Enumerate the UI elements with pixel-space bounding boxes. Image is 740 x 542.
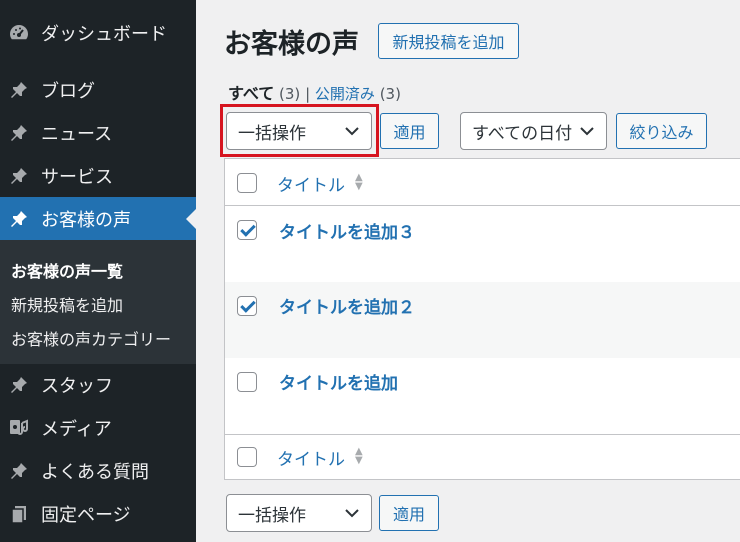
filter-published[interactable]: 公開済み <box>315 85 375 103</box>
sidebar-item-testimonials[interactable]: お客様の声 <box>0 197 196 240</box>
bulk-action-select-bottom[interactable]: 一括操作 <box>226 494 372 532</box>
sidebar-item-dashboard[interactable]: ダッシュボード <box>0 11 196 54</box>
bulk-action-value: 一括操作 <box>238 123 306 144</box>
select-all-checkbox[interactable] <box>237 173 257 193</box>
table-row: タイトルを追加 <box>225 358 740 434</box>
sidebar-item-blog[interactable]: ブログ <box>0 68 196 111</box>
filter-published-count: (3) <box>379 85 401 103</box>
main-content: お客様の声 新規投稿を追加 すべて (3) | 公開済み (3) 一括操作 適用… <box>196 0 740 542</box>
date-filter-value: すべての日付 <box>472 123 573 144</box>
row-checkbox[interactable] <box>237 372 257 392</box>
column-title-header[interactable]: タイトル <box>277 171 345 196</box>
apply-button[interactable]: 適用 <box>380 113 439 149</box>
post-title-link[interactable]: タイトルを追加 <box>279 369 398 394</box>
filter-button[interactable]: 絞り込み <box>616 113 707 149</box>
post-title-link[interactable]: タイトルを追加３ <box>279 218 415 243</box>
submenu-item-category[interactable]: お客様の声カテゴリー <box>11 326 171 350</box>
status-filters: すべて (3) | 公開済み (3) <box>228 80 401 104</box>
sidebar-item-news[interactable]: ニュース <box>0 111 196 154</box>
add-new-button[interactable]: 新規投稿を追加 <box>378 23 519 59</box>
sidebar-item-label: サービス <box>41 166 113 188</box>
dashboard-icon <box>7 21 31 45</box>
media-icon <box>7 416 31 440</box>
admin-sidebar: ダッシュボード ブログ ニュース サービス お客様の声 お客様の声一覧 新規投稿… <box>0 0 196 542</box>
page-icon <box>7 502 31 526</box>
chevron-down-icon <box>345 503 359 523</box>
page-title: お客様の声 <box>224 29 359 60</box>
apply-button-bottom[interactable]: 適用 <box>379 495 439 531</box>
filter-all[interactable]: すべて <box>228 84 274 103</box>
filter-all-count: (3) <box>279 85 301 103</box>
bulk-action-value: 一括操作 <box>238 505 306 526</box>
submenu-item-add-new[interactable]: 新規投稿を追加 <box>11 292 123 316</box>
active-arrow <box>186 208 196 229</box>
table-header: タイトル ▲ ▼ <box>225 159 740 205</box>
pin-icon <box>7 207 31 231</box>
date-filter-select[interactable]: すべての日付 <box>460 112 607 150</box>
chevron-down-icon <box>345 121 359 141</box>
sidebar-item-label: よくある質問 <box>41 461 149 483</box>
sidebar-item-label: ニュース <box>41 123 113 145</box>
pin-icon <box>7 459 31 483</box>
pin-icon <box>7 121 31 145</box>
posts-table: タイトル ▲ ▼ タイトルを追加３ タイトルを追加２ タイトルを追加 タイトル ▲… <box>224 158 740 480</box>
table-row: タイトルを追加３ <box>225 206 740 282</box>
sort-icon[interactable]: ▲ ▼ <box>355 447 363 466</box>
pin-icon <box>7 164 31 188</box>
sidebar-item-service[interactable]: サービス <box>0 154 196 197</box>
row-checkbox[interactable] <box>237 220 257 240</box>
sidebar-item-faq[interactable]: よくある質問 <box>0 449 196 492</box>
sidebar-item-pages[interactable]: 固定ページ <box>0 492 196 535</box>
submenu: お客様の声一覧 新規投稿を追加 お客様の声カテゴリー <box>0 240 196 364</box>
row-checkbox[interactable] <box>237 296 257 316</box>
sidebar-item-staff[interactable]: スタッフ <box>0 363 196 406</box>
sidebar-item-label: ダッシュボード <box>41 23 167 45</box>
filter-separator: | <box>305 85 311 103</box>
table-footer: タイトル ▲ ▼ <box>225 435 740 480</box>
sidebar-item-label: スタッフ <box>41 375 113 397</box>
sidebar-item-label: ブログ <box>41 80 95 102</box>
chevron-down-icon <box>580 121 594 141</box>
sort-icon[interactable]: ▲ ▼ <box>355 173 363 192</box>
sidebar-item-media[interactable]: メディア <box>0 406 196 449</box>
sidebar-item-label: 固定ページ <box>41 504 131 526</box>
table-row: タイトルを追加２ <box>225 282 740 358</box>
pin-icon <box>7 78 31 102</box>
submenu-item-list[interactable]: お客様の声一覧 <box>11 258 123 282</box>
select-all-checkbox-footer[interactable] <box>237 447 257 467</box>
post-title-link[interactable]: タイトルを追加２ <box>279 293 415 318</box>
bulk-action-select[interactable]: 一括操作 <box>226 112 372 150</box>
sidebar-item-label: お客様の声 <box>41 209 131 231</box>
sidebar-item-label: メディア <box>41 418 112 440</box>
pin-icon <box>7 373 31 397</box>
column-title-footer[interactable]: タイトル <box>277 445 345 470</box>
